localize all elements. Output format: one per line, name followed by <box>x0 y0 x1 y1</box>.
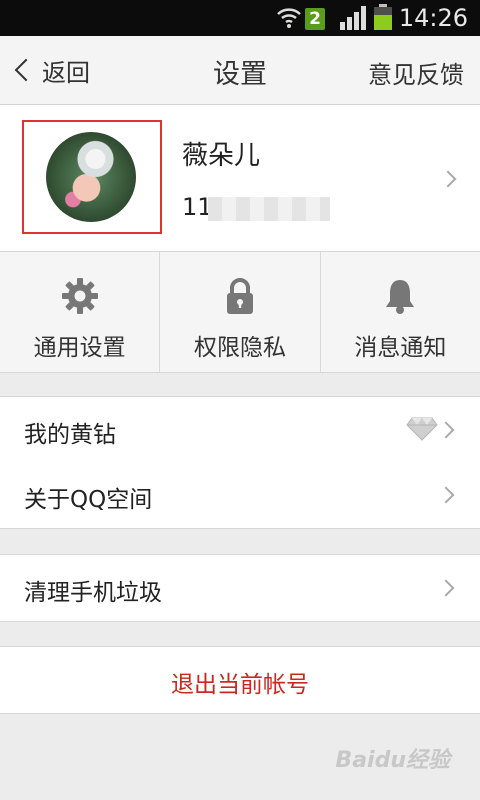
profile-card[interactable]: 薇朵儿 11 <box>0 105 480 252</box>
about-label: 关于QQ空间 <box>24 487 153 513</box>
clock: 14:26 <box>398 4 468 32</box>
signal-icon <box>340 6 366 30</box>
watermark: Baidu经验 <box>335 748 450 773</box>
notifications-button[interactable]: 消息通知 <box>321 252 480 372</box>
chevron-right-icon <box>439 170 457 188</box>
diamond-icon <box>406 417 438 441</box>
nickname: 薇朵儿 <box>182 141 261 171</box>
avatar-highlight <box>22 120 162 234</box>
back-button[interactable]: 返回 <box>12 52 90 88</box>
general-settings-button[interactable]: 通用设置 <box>0 252 161 372</box>
status-bar: 2 14:26 <box>0 0 480 36</box>
qq-number-mask <box>208 197 330 221</box>
wifi-icon <box>277 8 301 28</box>
sim-badge: 2 <box>305 8 325 30</box>
logout-label: 退出当前帐号 <box>171 672 309 698</box>
back-label: 返回 <box>42 58 90 87</box>
privacy-button[interactable]: 权限隐私 <box>160 252 321 372</box>
title-bar: 返回 设置 意见反馈 <box>0 36 480 105</box>
chevron-right-icon <box>437 421 455 439</box>
privacy-label: 权限隐私 <box>193 335 286 361</box>
avatar[interactable] <box>46 132 136 222</box>
bell-icon <box>386 280 415 314</box>
list-item-clean[interactable]: 清理手机垃圾 <box>0 554 480 622</box>
chevron-right-icon <box>437 486 455 504</box>
quick-settings: 通用设置 权限隐私 消息通知 <box>0 252 480 373</box>
lock-icon <box>226 278 253 314</box>
list-item-about[interactable]: 关于QQ空间 <box>0 462 480 529</box>
feedback-button[interactable]: 意见反馈 <box>368 55 464 90</box>
yellow-diamond-label: 我的黄钻 <box>24 422 116 448</box>
list-item-yellow-diamond[interactable]: 我的黄钻 <box>0 396 480 464</box>
gear-icon <box>61 278 98 314</box>
notifications-label: 消息通知 <box>354 335 447 361</box>
battery-icon <box>374 4 392 30</box>
chevron-left-icon <box>14 58 38 82</box>
logout-button[interactable]: 退出当前帐号 <box>0 646 480 714</box>
chevron-right-icon <box>437 579 455 597</box>
clean-label: 清理手机垃圾 <box>24 580 162 606</box>
general-settings-label: 通用设置 <box>33 335 126 361</box>
